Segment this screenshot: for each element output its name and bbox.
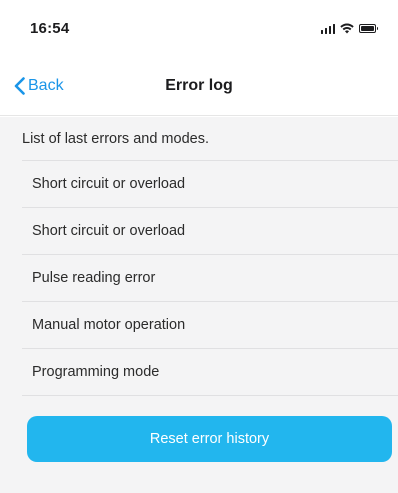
list-item: Pulse reading error [22, 255, 398, 302]
list-item: Programming mode [22, 349, 398, 396]
status-bar: 16:54 [0, 0, 398, 56]
error-log-content: List of last errors and modes. Short cir… [0, 117, 398, 493]
signal-icon [320, 23, 335, 34]
back-button[interactable]: Back [14, 77, 64, 95]
chevron-left-icon [14, 76, 25, 95]
list-item: Manual motor operation [22, 302, 398, 349]
wifi-icon [340, 23, 354, 33]
error-list: Short circuit or overload Short circuit … [22, 161, 398, 396]
reset-error-history-button[interactable]: Reset error history [27, 416, 392, 462]
battery-level [361, 25, 374, 31]
list-item: Short circuit or overload [22, 161, 398, 208]
status-icons [320, 23, 378, 34]
back-label: Back [28, 76, 64, 94]
battery-icon [359, 23, 378, 33]
list-item: Short circuit or overload [22, 208, 398, 255]
status-time: 16:54 [30, 19, 70, 37]
navigation-bar: Back Error log [0, 56, 398, 116]
list-description: List of last errors and modes. [22, 117, 398, 161]
